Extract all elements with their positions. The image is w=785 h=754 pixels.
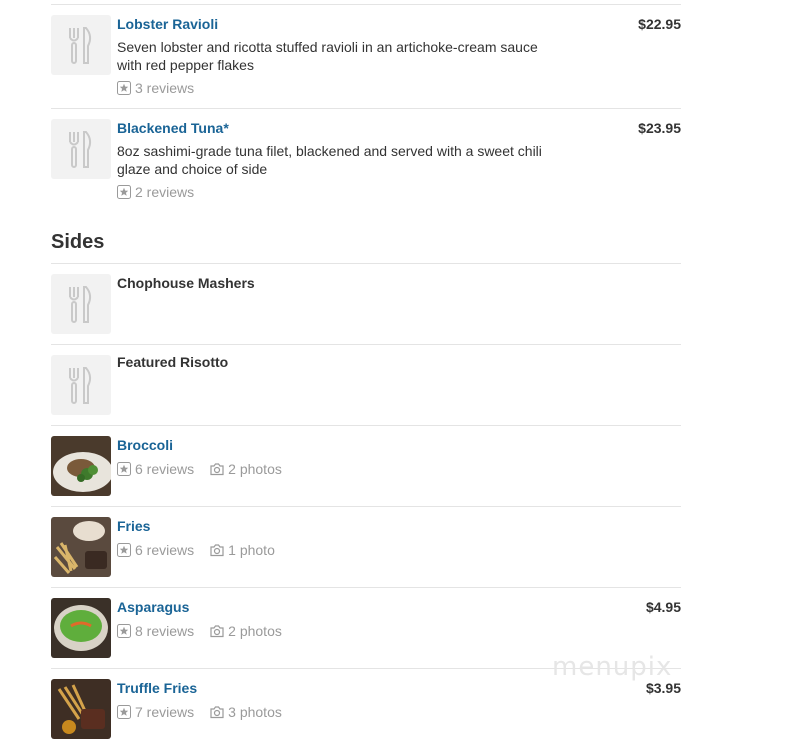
item-price: $23.95 xyxy=(638,120,681,136)
item-meta: 6 reviews 1 photo xyxy=(117,542,275,558)
photos-count: 1 photo xyxy=(228,542,275,558)
placeholder-utensils-icon xyxy=(51,15,111,75)
item-description: Seven lobster and ricotta stuffed raviol… xyxy=(117,38,557,74)
photos-link[interactable]: 2 photos xyxy=(210,461,282,477)
photos-count: 2 photos xyxy=(228,461,282,477)
item-meta: 8 reviews 2 photos xyxy=(117,623,282,639)
watermark: menupix xyxy=(552,652,673,682)
item-meta: 6 reviews 2 photos xyxy=(117,461,282,477)
reviews-count: 6 reviews xyxy=(135,542,195,558)
reviews-link[interactable]: 8 reviews xyxy=(117,623,194,639)
reviews-link[interactable]: 7 reviews xyxy=(117,704,194,720)
item-description: 8oz sashimi-grade tuna filet, blackened … xyxy=(117,142,557,178)
reviews-count: 7 reviews xyxy=(135,704,195,720)
item-title: Featured Risotto xyxy=(117,354,229,370)
section-title: Sides xyxy=(51,231,105,253)
photos-link[interactable]: 3 photos xyxy=(210,704,282,720)
item-title[interactable]: Truffle Fries xyxy=(117,680,197,696)
camera-icon xyxy=(210,543,224,557)
reviews-link[interactable]: 2 reviews xyxy=(117,184,194,200)
item-title[interactable]: Broccoli xyxy=(117,437,173,453)
reviews-count: 3 reviews xyxy=(135,80,195,96)
star-icon xyxy=(117,185,131,199)
item-title[interactable]: Lobster Ravioli xyxy=(117,16,218,32)
star-icon xyxy=(117,462,131,476)
star-icon xyxy=(117,543,131,557)
menu-item-featured-risotto: Featured Risotto xyxy=(51,345,681,425)
reviews-link[interactable]: 6 reviews xyxy=(117,542,194,558)
item-meta: 7 reviews 3 photos xyxy=(117,704,282,720)
camera-icon xyxy=(210,705,224,719)
placeholder-utensils-icon xyxy=(51,355,111,415)
item-description-line: glaze and choice of side xyxy=(117,161,268,177)
reviews-count: 6 reviews xyxy=(135,461,195,477)
reviews-count: 2 reviews xyxy=(135,184,195,200)
menu-item-chophouse-mashers: Chophouse Mashers xyxy=(51,264,681,344)
item-title: Chophouse Mashers xyxy=(117,275,255,291)
item-description-line: 8oz sashimi-grade tuna filet, blackened … xyxy=(117,143,542,159)
menu-item-broccoli: Broccoli 6 reviews 2 photos xyxy=(51,426,681,506)
reviews-count: 8 reviews xyxy=(135,623,195,639)
item-price: $22.95 xyxy=(638,16,681,32)
camera-icon xyxy=(210,624,224,638)
food-photo[interactable] xyxy=(51,598,111,658)
photos-count: 3 photos xyxy=(228,704,282,720)
reviews-link[interactable]: 3 reviews xyxy=(117,80,194,96)
star-icon xyxy=(117,624,131,638)
photos-link[interactable]: 1 photo xyxy=(210,542,275,558)
food-photo[interactable] xyxy=(51,436,111,496)
star-icon xyxy=(117,705,131,719)
item-price: $4.95 xyxy=(645,599,681,615)
photos-count: 2 photos xyxy=(228,623,282,639)
item-meta: 2 reviews xyxy=(117,184,194,200)
item-meta: 3 reviews xyxy=(117,80,194,96)
item-title[interactable]: Blackened Tuna* xyxy=(117,120,229,136)
item-description-line: Seven lobster and ricotta stuffed raviol… xyxy=(117,39,538,55)
menu-item-blackened-tuna: Blackened Tuna* $23.95 8oz sashimi-grade… xyxy=(51,109,681,212)
item-price: $3.95 xyxy=(645,680,681,696)
item-description-line: with red pepper flakes xyxy=(117,57,254,73)
camera-icon xyxy=(210,462,224,476)
menu-item-lobster-ravioli: Lobster Ravioli $22.95 Seven lobster and… xyxy=(51,5,681,108)
reviews-link[interactable]: 6 reviews xyxy=(117,461,194,477)
menu-item-fries: Fries 6 reviews 1 photo xyxy=(51,507,681,587)
placeholder-utensils-icon xyxy=(51,274,111,334)
food-photo[interactable] xyxy=(51,517,111,577)
star-icon xyxy=(117,81,131,95)
photos-link[interactable]: 2 photos xyxy=(210,623,282,639)
item-title[interactable]: Asparagus xyxy=(117,599,189,615)
placeholder-utensils-icon xyxy=(51,119,111,179)
food-photo[interactable] xyxy=(51,679,111,739)
item-title[interactable]: Fries xyxy=(117,518,150,534)
